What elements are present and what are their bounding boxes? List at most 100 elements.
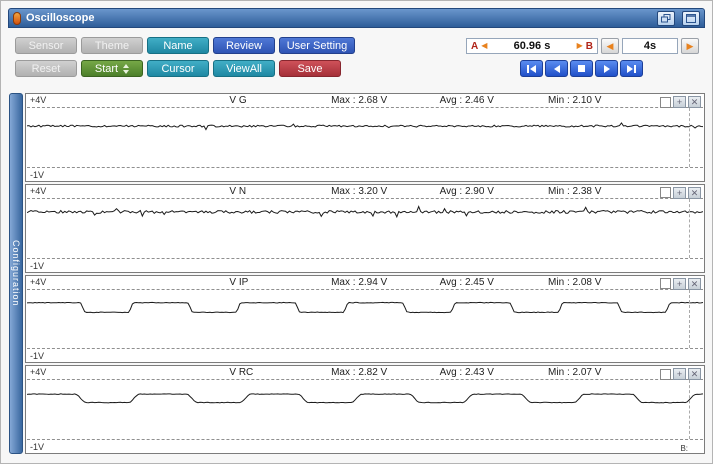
left-arrow-icon: ◀ [607,41,614,52]
step-back-icon [554,65,560,73]
time-controls: A ◀ 60.96 s ▶ B ◀ 4s ▶ [466,38,699,54]
channel-avg: Avg : 2.46 V [440,95,494,106]
review-button[interactable]: Review [213,37,275,54]
save-button[interactable]: Save [279,60,341,77]
channel-zoom-button[interactable]: + [673,96,686,108]
stop-button[interactable] [570,60,593,77]
theme-button[interactable]: Theme [81,37,143,54]
channel-panel-vn: +4V V N Max : 3.20 V Avg : 2.90 V Min : … [25,184,705,273]
channel-zoom-button[interactable]: + [673,187,686,199]
waveform-trace [27,290,703,349]
channel-close-button[interactable]: ✕ [688,96,701,108]
oscilloscope-window: Oscilloscope Sensor Theme Name Review Us… [0,0,713,464]
channel-zoom-button[interactable]: + [673,278,686,290]
time-range-display: A ◀ 60.96 s ▶ B [466,38,598,54]
configuration-tab[interactable]: Configuration [9,93,23,454]
restore-button[interactable] [657,11,675,26]
spinner-arrows-icon [123,64,129,74]
name-button[interactable]: Name [147,37,209,54]
toolbar-row1: Sensor Theme Name Review User Setting [15,37,355,54]
channel-panel-vg: +4V V G Max : 2.68 V Avg : 2.46 V Min : … [25,93,705,182]
play-button[interactable] [595,60,618,77]
time-step-forward-button[interactable]: ▶ [681,38,699,54]
toolbar-row2: Reset Start Cursor ViewAll Save [15,60,341,77]
channel-avg: Avg : 2.90 V [440,186,494,197]
time-step-back-button[interactable]: ◀ [601,38,619,54]
channel-panel-vrc: +4V V RC Max : 2.82 V Avg : 2.43 V Min :… [25,365,705,454]
play-icon [604,65,610,73]
start-button[interactable]: Start [81,60,143,77]
restore-icon [661,14,671,23]
channel-min: Min : 2.07 V [548,367,601,378]
channel-name: V RC [229,367,253,378]
app-icon [13,12,21,25]
step-back-button[interactable] [545,60,568,77]
skip-end-button[interactable] [620,60,643,77]
configuration-tab-label: Configuration [11,240,21,307]
reset-button[interactable]: Reset [15,60,77,77]
channel-controls: + ✕ [660,187,701,199]
channel-name: V G [229,95,246,106]
channel-min: Min : 2.38 V [548,186,601,197]
channel-visible-checkbox[interactable] [660,278,671,289]
channel-max: Max : 2.82 V [331,367,387,378]
start-label: Start [95,63,118,75]
cursor-b-label: B: [680,444,688,453]
playback-controls [520,60,643,77]
window-title: Oscilloscope [26,12,650,24]
channel-panel-vip: +4V V IP Max : 2.94 V Avg : 2.45 V Min :… [25,275,705,364]
stop-icon [578,65,585,72]
upper-voltage-label: +4V [30,95,46,105]
right-arrow-icon: ▶ [687,41,694,52]
title-bar: Oscilloscope [8,8,705,28]
channel-controls: + ✕ [660,96,701,108]
lower-grid-line [27,167,703,168]
skip-end-icon [627,65,633,73]
time-value: 60.96 s [490,40,573,52]
channel-controls: + ✕ [660,278,701,290]
marker-a-label: A [471,41,478,52]
cursor-button[interactable]: Cursor [147,60,209,77]
channel-close-button[interactable]: ✕ [688,187,701,199]
channel-min: Min : 2.08 V [548,277,601,288]
lower-voltage-label: -1V [30,170,44,180]
channel-max: Max : 3.20 V [331,186,387,197]
cursor-b-line [689,199,690,258]
sensor-button[interactable]: Sensor [15,37,77,54]
lower-voltage-label: -1V [30,261,44,271]
channel-name: V N [229,186,246,197]
user-setting-button[interactable]: User Setting [279,37,355,54]
skip-start-button[interactable] [520,60,543,77]
cursor-b-line [689,380,690,439]
maximize-button[interactable] [682,11,700,26]
time-window-value[interactable]: 4s [622,38,678,54]
lower-grid-line [27,258,703,259]
channel-visible-checkbox[interactable] [660,187,671,198]
waveform-trace [27,108,703,167]
channel-max: Max : 2.94 V [331,277,387,288]
marker-b-arrow-icon: ▶ [577,42,583,50]
channel-close-button[interactable]: ✕ [688,278,701,290]
channel-controls: + ✕ [660,368,701,380]
channel-max: Max : 2.68 V [331,95,387,106]
channel-avg: Avg : 2.43 V [440,367,494,378]
channel-visible-checkbox[interactable] [660,369,671,380]
lower-grid-line [27,439,703,440]
skip-start-icon [527,65,529,73]
channel-avg: Avg : 2.45 V [440,277,494,288]
viewall-button[interactable]: ViewAll [213,60,275,77]
upper-voltage-label: +4V [30,186,46,196]
marker-a-arrow-icon: ◀ [481,42,487,50]
channel-zoom-button[interactable]: + [673,368,686,380]
channel-visible-checkbox[interactable] [660,97,671,108]
upper-voltage-label: +4V [30,277,46,287]
lower-voltage-label: -1V [30,442,44,452]
lower-grid-line [27,348,703,349]
channel-close-button[interactable]: ✕ [688,368,701,380]
waveform-trace [27,380,703,439]
upper-voltage-label: +4V [30,367,46,377]
maximize-icon [686,14,696,23]
waveform-trace [27,199,703,258]
cursor-b-line [689,108,690,167]
cursor-b-line [689,290,690,349]
